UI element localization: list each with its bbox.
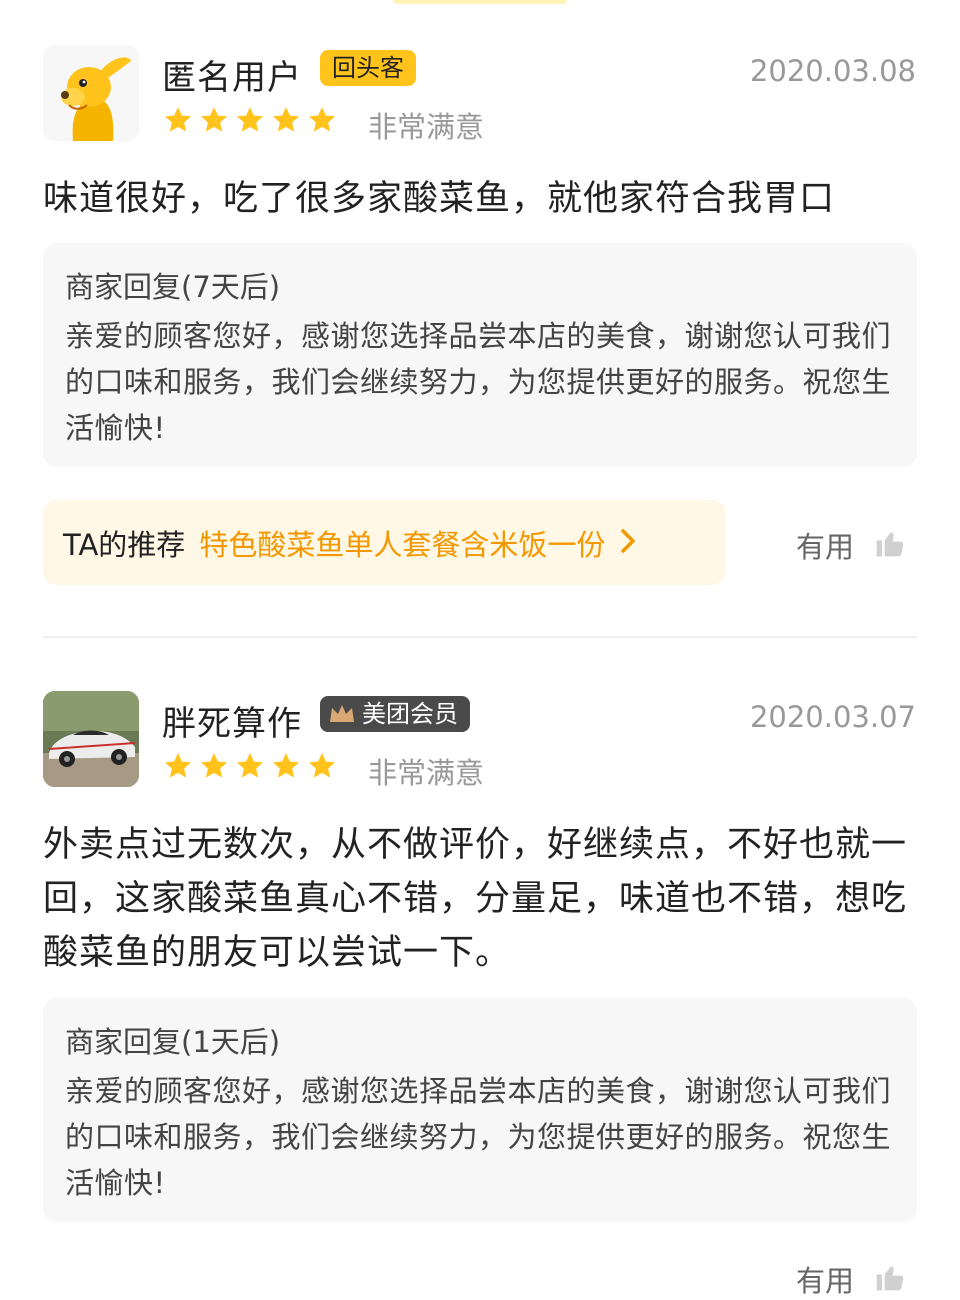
review-content: 味道很好，吃了很多家酸菜鱼，就他家符合我胃口 [43,179,836,219]
badge-label: 美团会员 [362,700,458,728]
star-rating [162,104,338,136]
recommended-dish: 特色酸菜鱼单人套餐含米饭一份 [199,527,606,562]
star-icon [162,750,194,782]
star-icon [234,104,266,136]
thumbs-up-icon [874,527,906,563]
thumbs-up-icon [874,1261,906,1297]
review-divider [43,636,917,638]
star-icon [306,104,338,136]
reply-body: 亲爱的顾客您好，感谢您选择品尝本店的美食，谢谢您认可我们的口味和服务，我们会继续… [65,319,892,445]
badge-returning-customer: 回头客 [320,50,416,86]
merchant-reply: 商家回复(1天后) 亲爱的顾客您好，感谢您选择品尝本店的美食，谢谢您认可我们的口… [43,998,917,1222]
star-icon [270,750,302,782]
review-content: 外卖点过无数次，从不做评价，好继续点，不好也就一回，这家酸菜鱼真心不错，分量足，… [43,825,908,973]
useful-label: 有用 [796,1264,855,1298]
star-icon [270,104,302,136]
star-icon [198,750,230,782]
crown-icon [328,702,356,726]
kangaroo-avatar-icon [43,45,139,141]
badge-meituan-member: 美团会员 [320,696,470,732]
star-icon [198,104,230,136]
car-avatar-icon [43,691,139,787]
reply-title: 商家回复(1天后) [65,1025,281,1059]
username: 匿名用户 [162,58,302,98]
review-date: 2020.03.08 [749,54,916,88]
rating-text: 非常满意 [368,110,485,144]
recommendation-link[interactable]: TA的推荐 特色酸菜鱼单人套餐含米饭一份 [43,500,726,585]
merchant-reply: 商家回复(7天后) 亲爱的顾客您好，感谢您选择品尝本店的美食，谢谢您认可我们的口… [43,243,917,467]
star-icon [306,750,338,782]
star-icon [162,104,194,136]
user-avatar[interactable] [43,45,139,141]
useful-button[interactable]: 有用 [796,524,906,566]
useful-button[interactable]: 有用 [796,1258,906,1300]
username: 胖死算作 [162,704,302,744]
rating-text: 非常满意 [368,756,485,790]
reply-title: 商家回复(7天后) [65,270,281,304]
star-icon [234,750,266,782]
reply-body: 亲爱的顾客您好，感谢您选择品尝本店的美食，谢谢您认可我们的口味和服务，我们会继续… [65,1074,892,1200]
top-tab-indicator [392,0,568,4]
chevron-right-icon [619,527,637,559]
review-date: 2020.03.07 [749,700,916,734]
recommendation-label: TA的推荐 [63,527,186,562]
useful-label: 有用 [796,530,855,564]
star-rating [162,750,338,782]
user-avatar[interactable] [43,691,139,787]
